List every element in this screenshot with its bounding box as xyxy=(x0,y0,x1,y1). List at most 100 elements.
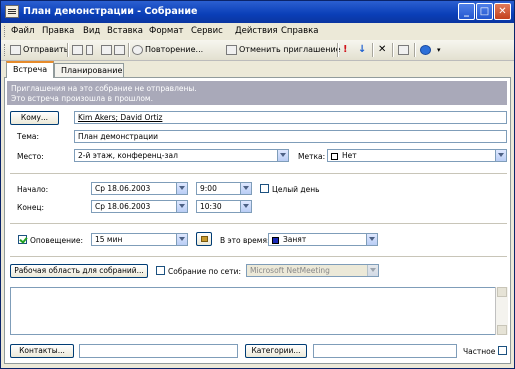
send-button[interactable]: Отправить xyxy=(10,43,68,57)
toolbar-options-icon[interactable]: ▾ xyxy=(437,43,441,57)
spelling-icon xyxy=(398,44,409,55)
show-as-label: В это время: xyxy=(220,236,270,245)
end-time-combobox[interactable]: 10:30 xyxy=(196,200,252,213)
busy-color-icon xyxy=(272,236,279,244)
end-time-value: 10:30 xyxy=(200,202,222,211)
tab-appointment[interactable]: Встреча xyxy=(6,61,54,78)
contacts-button[interactable]: Контакты... xyxy=(10,344,74,358)
to-field[interactable]: Kim Akers; David Ortiz xyxy=(74,111,507,124)
location-label: Место: xyxy=(17,152,44,161)
chevron-down-icon[interactable] xyxy=(176,234,187,245)
contacts-field[interactable] xyxy=(79,344,238,358)
private-label: Частное xyxy=(463,347,496,356)
show-as-combobox[interactable]: Занят xyxy=(268,233,378,246)
low-importance-icon[interactable]: ↓ xyxy=(358,43,366,57)
online-meeting-combobox: Microsoft NetMeeting xyxy=(246,264,379,277)
check-names-button[interactable] xyxy=(114,43,127,57)
chevron-down-icon[interactable] xyxy=(176,183,187,194)
toolbar-separator xyxy=(67,43,69,57)
subject-label: Тема: xyxy=(17,132,39,141)
start-date-picker[interactable]: Ср 18.06.2003 xyxy=(91,182,188,195)
location-combobox[interactable]: 2-й этаж, конференц-зал xyxy=(74,149,289,162)
menu-insert[interactable]: Вставка xyxy=(107,26,143,36)
speaker-icon xyxy=(200,236,208,242)
chevron-down-icon[interactable] xyxy=(495,150,506,161)
categories-button[interactable]: Категории... xyxy=(245,344,307,358)
info-bar: Приглашения на это собрание не отправлен… xyxy=(7,81,507,105)
maximize-button[interactable]: □ xyxy=(476,3,493,20)
divider xyxy=(10,256,507,257)
divider xyxy=(10,223,507,224)
menu-format[interactable]: Формат xyxy=(149,26,184,36)
tab-strip: Встреча Планирование xyxy=(1,61,514,78)
help-icon xyxy=(420,44,431,55)
chevron-down-icon[interactable] xyxy=(366,234,377,245)
menu-view[interactable]: Вид xyxy=(83,26,100,36)
close-button[interactable]: ✕ xyxy=(494,3,511,20)
label-combobox[interactable]: Нет xyxy=(327,149,507,162)
cancel-invitation-button[interactable]: Отменить приглашение xyxy=(226,43,341,57)
high-importance-icon[interactable]: ! xyxy=(343,43,348,57)
notes-scrollbar[interactable] xyxy=(495,287,508,335)
toolbar-separator xyxy=(128,43,130,57)
private-checkbox[interactable] xyxy=(498,346,507,355)
meeting-icon xyxy=(5,5,19,18)
check-names-icon xyxy=(114,44,125,55)
toolbar-separator xyxy=(372,43,374,57)
divider xyxy=(10,173,507,174)
categories-field[interactable] xyxy=(313,344,457,358)
menu-file[interactable]: Файл xyxy=(11,26,34,36)
chevron-down-icon xyxy=(367,265,378,276)
chevron-down-icon[interactable] xyxy=(240,201,251,212)
to-button[interactable]: Кому... xyxy=(10,111,59,125)
start-time-combobox[interactable]: 9:00 xyxy=(196,182,252,195)
info-line-2: Это встреча произошла в прошлом. xyxy=(11,94,153,103)
all-day-checkbox[interactable] xyxy=(260,184,269,193)
meeting-workspace-button[interactable]: Рабочая область для собраний... xyxy=(10,264,148,278)
reminder-label: Оповещение: xyxy=(30,236,84,245)
end-date-picker[interactable]: Ср 18.06.2003 xyxy=(91,200,188,213)
print-icon xyxy=(72,44,83,55)
end-label: Конец: xyxy=(17,203,45,212)
minimize-button[interactable]: _ xyxy=(458,3,475,20)
toolbar-separator xyxy=(392,43,394,57)
chevron-down-icon[interactable] xyxy=(240,183,251,194)
reminder-sound-button[interactable] xyxy=(196,232,212,246)
online-meeting-checkbox[interactable] xyxy=(156,266,165,275)
show-as-value: Занят xyxy=(283,235,307,244)
title-bar[interactable]: План демонстрации - Собрание _ □ ✕ xyxy=(1,1,514,23)
chevron-down-icon[interactable] xyxy=(277,150,288,161)
online-meeting-value: Microsoft NetMeeting xyxy=(250,266,330,275)
appointment-window: План демонстрации - Собрание _ □ ✕ Файл … xyxy=(0,0,515,369)
toolbar-grip[interactable] xyxy=(4,44,8,56)
help-button[interactable] xyxy=(420,43,433,57)
start-date-value: Ср 18.06.2003 xyxy=(95,184,151,193)
start-label: Начало: xyxy=(17,185,49,194)
toolbar-separator xyxy=(337,43,339,57)
menubar-grip[interactable] xyxy=(4,26,8,37)
menu-tools[interactable]: Сервис xyxy=(191,26,223,36)
chevron-down-icon[interactable] xyxy=(176,201,187,212)
delete-icon[interactable]: ✕ xyxy=(378,43,386,57)
label-label: Метка: xyxy=(298,152,326,161)
subject-field[interactable]: План демонстрации xyxy=(74,130,507,143)
recurrence-icon xyxy=(132,44,143,55)
label-value: Нет xyxy=(342,151,357,160)
address-book-button[interactable] xyxy=(101,43,114,57)
label-color-icon xyxy=(331,152,338,160)
menu-actions[interactable]: Действия xyxy=(235,26,278,36)
spelling-button[interactable] xyxy=(398,43,411,57)
notes-area[interactable] xyxy=(10,287,507,335)
attach-button[interactable] xyxy=(86,43,95,57)
menu-edit[interactable]: Правка xyxy=(42,26,74,36)
print-button[interactable] xyxy=(72,43,85,57)
location-value: 2-й этаж, конференц-зал xyxy=(78,151,178,160)
scroll-up-icon[interactable] xyxy=(497,287,507,297)
reminder-checkbox[interactable] xyxy=(18,235,27,244)
reminder-combobox[interactable]: 15 мин xyxy=(91,233,188,246)
recurrence-button[interactable]: Повторение... xyxy=(132,43,203,57)
scroll-down-icon[interactable] xyxy=(497,325,507,335)
cancel-invitation-icon xyxy=(226,44,237,55)
menu-help[interactable]: Справка xyxy=(281,26,318,36)
tab-scheduling[interactable]: Планирование xyxy=(54,63,124,77)
